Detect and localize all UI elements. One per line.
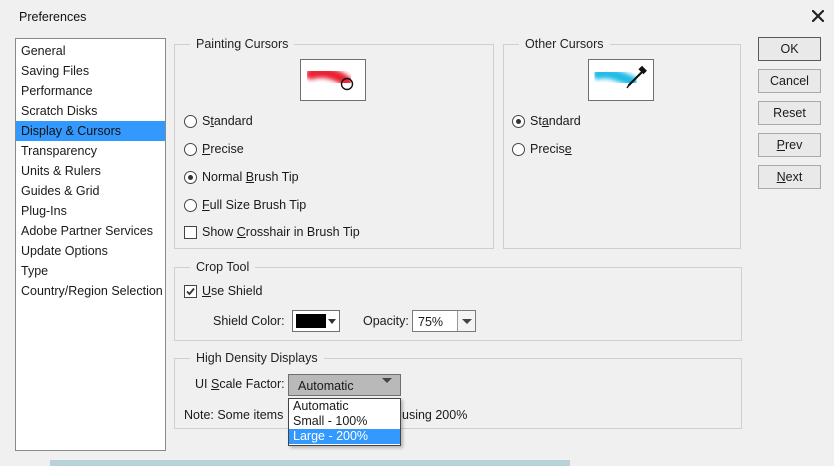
ui-scale-label: UI Scale Factor:: [195, 377, 285, 391]
use-shield-label: Use Shield: [202, 284, 263, 298]
ok-button[interactable]: OK: [758, 37, 821, 61]
shield-color-swatch: [296, 314, 326, 328]
shield-color-picker[interactable]: [292, 310, 340, 332]
close-button[interactable]: [808, 6, 828, 26]
painting-cursors-title: Painting Cursors: [190, 37, 295, 51]
red-brush-stroke-icon: [305, 66, 354, 91]
dropdown-option-large-200[interactable]: Large - 200%: [289, 429, 400, 444]
chevron-down-icon: [328, 319, 336, 324]
category-item-update-options[interactable]: Update Options: [16, 241, 165, 261]
ui-scale-dropdown-list[interactable]: Automatic Small - 100% Large - 200%: [288, 398, 401, 446]
category-item-units-rulers[interactable]: Units & Rulers: [16, 161, 165, 181]
title-bar: Preferences: [0, 0, 834, 32]
painting-precise-radio[interactable]: Precise: [184, 140, 244, 158]
ui-scale-select[interactable]: Automatic: [288, 374, 401, 397]
reset-button[interactable]: Reset: [758, 101, 821, 125]
painting-full-size-brush-tip-radio[interactable]: Full Size Brush Tip: [184, 196, 306, 214]
category-item-saving-files[interactable]: Saving Files: [16, 61, 165, 81]
category-item-display-cursors[interactable]: Display & Cursors: [16, 121, 165, 141]
opacity-combobox[interactable]: 75%: [412, 310, 476, 332]
high-density-title: High Density Displays: [190, 351, 324, 365]
dropdown-option-small-100[interactable]: Small - 100%: [289, 414, 400, 429]
shield-color-label: Shield Color:: [213, 314, 285, 328]
chevron-down-icon: [382, 378, 392, 397]
category-item-general[interactable]: General: [16, 41, 165, 61]
radio-indicator: [184, 142, 197, 156]
radio-indicator: [184, 198, 197, 212]
other-cursors-title: Other Cursors: [519, 37, 610, 51]
radio-indicator: [184, 170, 197, 184]
show-crosshair-checkbox[interactable]: Show Crosshair in Brush Tip: [184, 223, 360, 241]
next-button[interactable]: Next: [758, 165, 821, 189]
painting-normal-brush-tip-label: Normal Brush Tip: [202, 170, 299, 184]
category-item-plug-ins[interactable]: Plug-Ins: [16, 201, 165, 221]
category-item-performance[interactable]: Performance: [16, 81, 165, 101]
show-crosshair-label: Show Crosshair in Brush Tip: [202, 225, 360, 239]
ui-scale-value: Automatic: [298, 379, 354, 393]
opacity-label: Opacity:: [363, 314, 409, 328]
other-precise-radio[interactable]: Precise: [512, 140, 572, 158]
other-standard-radio[interactable]: Standard: [512, 112, 581, 130]
eyedropper-cyan-stroke-icon: [592, 65, 647, 89]
radio-indicator: [512, 114, 525, 128]
category-item-transparency[interactable]: Transparency: [16, 141, 165, 161]
checkmark-icon: [186, 287, 195, 295]
category-item-adobe-partner-services[interactable]: Adobe Partner Services: [16, 221, 165, 241]
close-icon: [812, 10, 824, 22]
crop-tool-title: Crop Tool: [190, 260, 256, 274]
note-text-right: using 200%: [402, 408, 468, 422]
note-text-left: Note: Some items: [184, 408, 284, 422]
checkbox-indicator: [184, 284, 197, 298]
radio-indicator: [184, 114, 197, 128]
dropdown-option-automatic[interactable]: Automatic: [289, 399, 400, 414]
category-item-scratch-disks[interactable]: Scratch Disks: [16, 101, 165, 121]
prev-button[interactable]: Prev: [758, 133, 821, 157]
category-item-country-region[interactable]: Country/Region Selection: [16, 281, 165, 301]
cancel-button[interactable]: Cancel: [758, 69, 821, 93]
opacity-value: 75%: [418, 315, 444, 329]
background-strip: [50, 460, 570, 466]
painting-normal-brush-tip-radio[interactable]: Normal Brush Tip: [184, 168, 299, 186]
other-cursor-preview: [588, 59, 654, 101]
checkbox-indicator: [184, 225, 197, 239]
category-item-guides-grid[interactable]: Guides & Grid: [16, 181, 165, 201]
category-item-type[interactable]: Type: [16, 261, 165, 281]
chevron-down-icon: [461, 318, 472, 324]
use-shield-checkbox[interactable]: Use Shield: [184, 282, 262, 300]
radio-indicator: [512, 142, 525, 156]
category-list[interactable]: General Saving Files Performance Scratch…: [15, 38, 166, 451]
painting-precise-label: Precise: [202, 142, 244, 156]
painting-full-size-brush-tip-label: Full Size Brush Tip: [202, 198, 307, 212]
painting-standard-label: Standard: [202, 114, 253, 128]
painting-standard-radio[interactable]: Standard: [184, 112, 253, 130]
other-precise-label: Precise: [530, 142, 572, 156]
opacity-dropdown-button[interactable]: [457, 311, 475, 331]
painting-cursor-preview: [300, 59, 366, 101]
window-title: Preferences: [19, 10, 87, 24]
other-standard-label: Standard: [530, 114, 581, 128]
